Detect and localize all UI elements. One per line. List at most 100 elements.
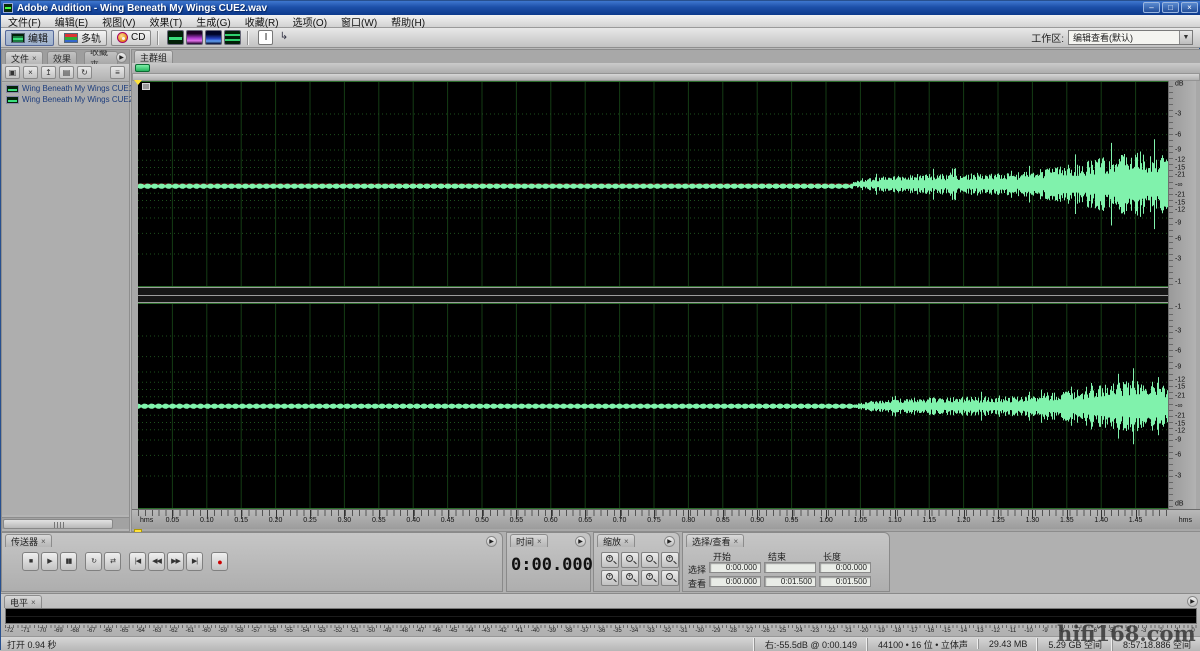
menu-view[interactable]: 视图(V): [95, 14, 142, 29]
menu-help[interactable]: 帮助(H): [384, 14, 432, 29]
menu-file[interactable]: 文件(F): [1, 14, 48, 29]
transport-panel: 传送器 × ▶ ■ ▶ ▮▮ ↻ ⇄ |◀ ◀◀ ▶▶ ▶| ●: [1, 532, 503, 592]
close-icon[interactable]: ×: [624, 537, 629, 546]
zoom-in-vertical-button[interactable]: +: [641, 570, 659, 586]
menu-favorites[interactable]: 收藏(R): [238, 14, 286, 29]
import-file-button[interactable]: ▣: [5, 66, 20, 79]
cd-label: CD: [131, 32, 146, 43]
files-horizontal-scrollbar[interactable]: [2, 517, 129, 529]
app-icon: [3, 3, 13, 13]
workspace-dropdown[interactable]: 编辑查看(默认) ▼: [1068, 30, 1193, 45]
range-thumb[interactable]: [135, 64, 150, 72]
menu-window[interactable]: 窗口(W): [334, 14, 384, 29]
edit-file-button[interactable]: ↻: [77, 66, 92, 79]
level-meter[interactable]: [5, 608, 1197, 624]
tab-zoom[interactable]: 缩放 ×: [597, 534, 635, 547]
time-selection-tool-button[interactable]: I: [258, 30, 274, 45]
tab-main-group[interactable]: 主群组: [134, 50, 174, 63]
panel-menu-icon[interactable]: ▶: [664, 536, 675, 547]
zoom-in-right-edge-button[interactable]: +: [621, 570, 639, 586]
tab-level[interactable]: 电平 ×: [4, 595, 42, 608]
waveform-left-channel[interactable]: [138, 81, 1170, 287]
menu-generate[interactable]: 生成(G): [189, 14, 237, 29]
tab-files[interactable]: 文件 ×: [5, 51, 43, 64]
view-end-field[interactable]: 0:01.500: [764, 576, 816, 587]
time-display[interactable]: 0:00.000: [511, 555, 593, 575]
loop-button[interactable]: ⇄: [104, 552, 121, 571]
selection-end-field[interactable]: [764, 562, 816, 573]
zoom-out-horizontal-button[interactable]: -: [621, 552, 639, 568]
meter-scale-label: -69: [53, 628, 63, 634]
time-ruler[interactable]: hms hms 0.05 0.10 0.15 0.20 0.25 0.30 0.35 0.40…: [132, 509, 1200, 529]
close-icon[interactable]: ×: [734, 537, 739, 546]
panel-menu-icon[interactable]: ▶: [486, 536, 497, 547]
tab-overflow-icon[interactable]: ▶: [116, 52, 127, 63]
sort-options-button[interactable]: ≡: [110, 66, 125, 79]
close-icon[interactable]: ×: [32, 54, 37, 63]
cd-view-button[interactable]: CD: [111, 29, 152, 46]
menu-effects[interactable]: 效果(T): [142, 14, 189, 29]
db-ruler-label: -1: [1175, 303, 1182, 311]
channel-divider[interactable]: [138, 287, 1196, 303]
stop-button[interactable]: ■: [22, 552, 39, 571]
zoom-out-vertical-button[interactable]: -: [661, 570, 679, 586]
pause-button[interactable]: ▮▮: [60, 552, 77, 571]
close-file-button[interactable]: ×: [23, 66, 38, 79]
tab-favorites[interactable]: 收藏夹: [84, 50, 118, 64]
maximize-button[interactable]: □: [1162, 2, 1179, 13]
zoom-out-full-button[interactable]: -: [641, 552, 659, 568]
meter-scale-label: -57: [251, 628, 260, 634]
tab-selection-view[interactable]: 选择/查看 ×: [686, 534, 745, 547]
zoom-in-left-edge-button[interactable]: +: [601, 570, 619, 586]
go-to-end-button[interactable]: ▶|: [186, 552, 203, 571]
insert-to-multitrack-button[interactable]: ↥: [41, 66, 56, 79]
fast-forward-button[interactable]: ▶▶: [167, 552, 184, 571]
scrub-tool-icon[interactable]: ↳: [276, 30, 291, 45]
close-icon[interactable]: ×: [41, 537, 46, 546]
view-start-field[interactable]: 0:00.000: [709, 576, 761, 587]
play-looped-button[interactable]: ↻: [85, 552, 102, 571]
panel-menu-icon[interactable]: ▶: [1187, 596, 1198, 607]
close-icon[interactable]: ×: [31, 598, 36, 607]
range-bar[interactable]: [132, 63, 1200, 73]
chevron-down-icon[interactable]: ▼: [1179, 31, 1192, 44]
spectral-phase-button[interactable]: [224, 30, 242, 45]
tab-time[interactable]: 时间 ×: [510, 534, 548, 547]
amplitude-ruler[interactable]: dB -3 -6 -9 -12 -15 -21 -∞ -21 -15 -12 -9 -6 -3 -1 -1-…: [1168, 81, 1197, 509]
db-ruler-label: -∞: [1175, 181, 1183, 189]
list-item[interactable]: Wing Beneath My Wings CUE1: [2, 83, 133, 94]
record-button[interactable]: ●: [211, 552, 228, 571]
close-button[interactable]: ×: [1181, 2, 1198, 13]
list-item[interactable]: Wing Beneath My Wings CUE2: [2, 94, 133, 105]
selection-length-field[interactable]: 0:00.000: [819, 562, 871, 573]
tab-transport[interactable]: 传送器 ×: [5, 534, 52, 547]
play-button[interactable]: ▶: [41, 552, 58, 571]
main-toolbar: 编辑 多轨 CD I ↳ 工作区: 编辑查看(默认) ▼: [1, 28, 1200, 48]
status-open-time: 打开 0.94 秒: [7, 639, 57, 650]
go-to-start-button[interactable]: |◀: [129, 552, 146, 571]
playhead-marker-icon[interactable]: [134, 80, 142, 85]
meter-scale-label: -49: [382, 628, 392, 634]
close-icon[interactable]: ×: [537, 537, 542, 546]
scrollbar-thumb[interactable]: [3, 519, 113, 529]
zoom-in-horizontal-button[interactable]: +: [601, 552, 619, 568]
panel-menu-icon[interactable]: ▶: [575, 536, 586, 547]
edit-view-button[interactable]: 编辑: [5, 29, 54, 46]
tab-effects[interactable]: 效果: [47, 51, 78, 64]
selection-start-field[interactable]: 0:00.000: [709, 562, 761, 573]
insert-to-cd-button[interactable]: ▤: [59, 66, 74, 79]
waveform-right-channel[interactable]: [138, 303, 1170, 509]
wave-scrollbar[interactable]: [132, 73, 1200, 81]
view-length-field[interactable]: 0:01.500: [819, 576, 871, 587]
selection-handle[interactable]: [142, 83, 150, 90]
minimize-button[interactable]: –: [1143, 2, 1160, 13]
menu-options[interactable]: 选项(O): [286, 14, 334, 29]
spectral-pan-button[interactable]: [205, 30, 223, 45]
menu-edit[interactable]: 编辑(E): [48, 14, 95, 29]
rewind-button[interactable]: ◀◀: [148, 552, 165, 571]
multitrack-view-button[interactable]: 多轨: [58, 29, 107, 46]
meter-scale-label: -68: [70, 628, 80, 634]
waveform-display-button[interactable]: [167, 30, 185, 45]
zoom-to-selection-button[interactable]: +: [661, 552, 679, 568]
spectral-frequency-button[interactable]: [186, 30, 204, 45]
